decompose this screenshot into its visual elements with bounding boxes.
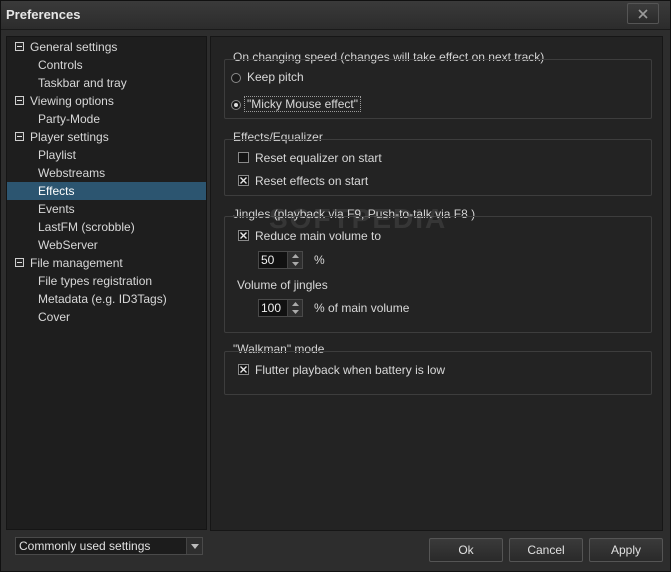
tree-item-label: WebServer xyxy=(38,238,98,252)
tree-item-events[interactable]: Events xyxy=(7,200,206,218)
tree-item-file-types-registration[interactable]: File types registration xyxy=(7,272,206,290)
volume-of-jingles-label: Volume of jingles xyxy=(237,278,328,292)
close-button[interactable] xyxy=(627,3,659,24)
tree-item-viewing-options[interactable]: Viewing options xyxy=(7,92,206,110)
chevron-down-icon[interactable] xyxy=(186,538,202,554)
effects-settings-panel: On changing speed (changes will take eff… xyxy=(210,36,663,531)
apply-button[interactable]: Apply xyxy=(589,538,663,562)
flutter-playback-label[interactable]: Flutter playback when battery is low xyxy=(255,363,445,377)
tree-item-label: File management xyxy=(30,256,123,270)
reset-effects-label[interactable]: Reset effects on start xyxy=(255,174,368,188)
tree-item-taskbar-and-tray[interactable]: Taskbar and tray xyxy=(7,74,206,92)
collapse-icon[interactable] xyxy=(15,132,24,141)
tree-item-party-mode[interactable]: Party-Mode xyxy=(7,110,206,128)
preferences-window: Preferences General settings Controls Ta… xyxy=(0,0,671,572)
collapse-icon[interactable] xyxy=(15,96,24,105)
tree-item-label: LastFM (scrobble) xyxy=(38,220,135,234)
collapse-icon[interactable] xyxy=(15,42,24,51)
jingle-volume-stepper[interactable]: 100 xyxy=(258,299,303,317)
title-bar: Preferences xyxy=(1,1,670,30)
tree-item-webstreams[interactable]: Webstreams xyxy=(7,164,206,182)
check-icon xyxy=(240,177,247,184)
tree-item-label: Playlist xyxy=(38,148,77,162)
tree-item-player-settings[interactable]: Player settings xyxy=(7,128,206,146)
reset-effects-checkbox[interactable] xyxy=(238,175,249,186)
tree-item-playlist[interactable]: Playlist xyxy=(7,146,206,164)
tree-item-label: Controls xyxy=(38,58,83,72)
reset-equalizer-checkbox[interactable] xyxy=(238,152,249,163)
micky-mouse-radio[interactable] xyxy=(231,100,241,110)
tree-item-metadata[interactable]: Metadata (e.g. ID3Tags) xyxy=(7,290,206,308)
jingle-volume-unit: % of main volume xyxy=(314,301,410,315)
stepper-down-icon[interactable] xyxy=(288,308,302,316)
close-icon xyxy=(638,8,648,19)
tree-item-label: Party-Mode xyxy=(38,112,101,126)
tree-item-effects[interactable]: Effects xyxy=(7,182,206,200)
tree-item-label: General settings xyxy=(30,40,118,54)
tree-item-lastfm[interactable]: LastFM (scrobble) xyxy=(7,218,206,236)
collapse-icon[interactable] xyxy=(15,258,24,267)
keep-pitch-radio[interactable] xyxy=(231,73,241,83)
tree-item-cover[interactable]: Cover xyxy=(7,308,206,326)
jingle-volume-value[interactable]: 100 xyxy=(261,301,281,315)
tree-item-label: Cover xyxy=(38,310,71,324)
reduce-volume-unit: % xyxy=(314,253,325,267)
check-icon xyxy=(240,232,247,239)
tree-item-label: Events xyxy=(38,202,75,216)
stepper-up-icon[interactable] xyxy=(288,300,302,308)
ok-button[interactable]: Ok xyxy=(429,538,503,562)
tree-item-label: Effects xyxy=(38,184,75,198)
tree-item-label: File types registration xyxy=(38,274,153,288)
tree-item-label: Taskbar and tray xyxy=(38,76,127,90)
reduce-volume-checkbox[interactable] xyxy=(238,230,249,241)
keep-pitch-label[interactable]: Keep pitch xyxy=(247,70,304,84)
reduce-volume-label[interactable]: Reduce main volume to xyxy=(255,229,381,243)
stepper-buttons xyxy=(287,252,302,268)
flutter-playback-checkbox[interactable] xyxy=(238,364,249,375)
tree-item-webserver[interactable]: WebServer xyxy=(7,236,206,254)
window-title: Preferences xyxy=(6,7,81,22)
tree-item-controls[interactable]: Controls xyxy=(7,56,206,74)
tree-item-label: Viewing options xyxy=(30,94,114,108)
reduce-volume-stepper[interactable]: 50 xyxy=(258,251,303,269)
reduce-volume-value[interactable]: 50 xyxy=(261,253,274,267)
stepper-up-icon[interactable] xyxy=(288,252,302,260)
tree-item-file-management[interactable]: File management xyxy=(7,254,206,272)
reset-equalizer-label[interactable]: Reset equalizer on start xyxy=(255,151,382,165)
settings-tree: General settings Controls Taskbar and tr… xyxy=(6,36,207,530)
stepper-buttons xyxy=(287,300,302,316)
tree-item-label: Player settings xyxy=(30,130,109,144)
cancel-button[interactable]: Cancel xyxy=(509,538,583,562)
micky-mouse-label[interactable]: "Micky Mouse effect" xyxy=(244,96,361,112)
stepper-down-icon[interactable] xyxy=(288,260,302,268)
settings-filter-dropdown[interactable]: Commonly used settings xyxy=(15,537,203,555)
dropdown-value: Commonly used settings xyxy=(19,539,151,553)
tree-item-label: Webstreams xyxy=(38,166,106,180)
tree-item-general-settings[interactable]: General settings xyxy=(7,38,206,56)
check-icon xyxy=(240,366,247,373)
tree-item-label: Metadata (e.g. ID3Tags) xyxy=(38,292,167,306)
